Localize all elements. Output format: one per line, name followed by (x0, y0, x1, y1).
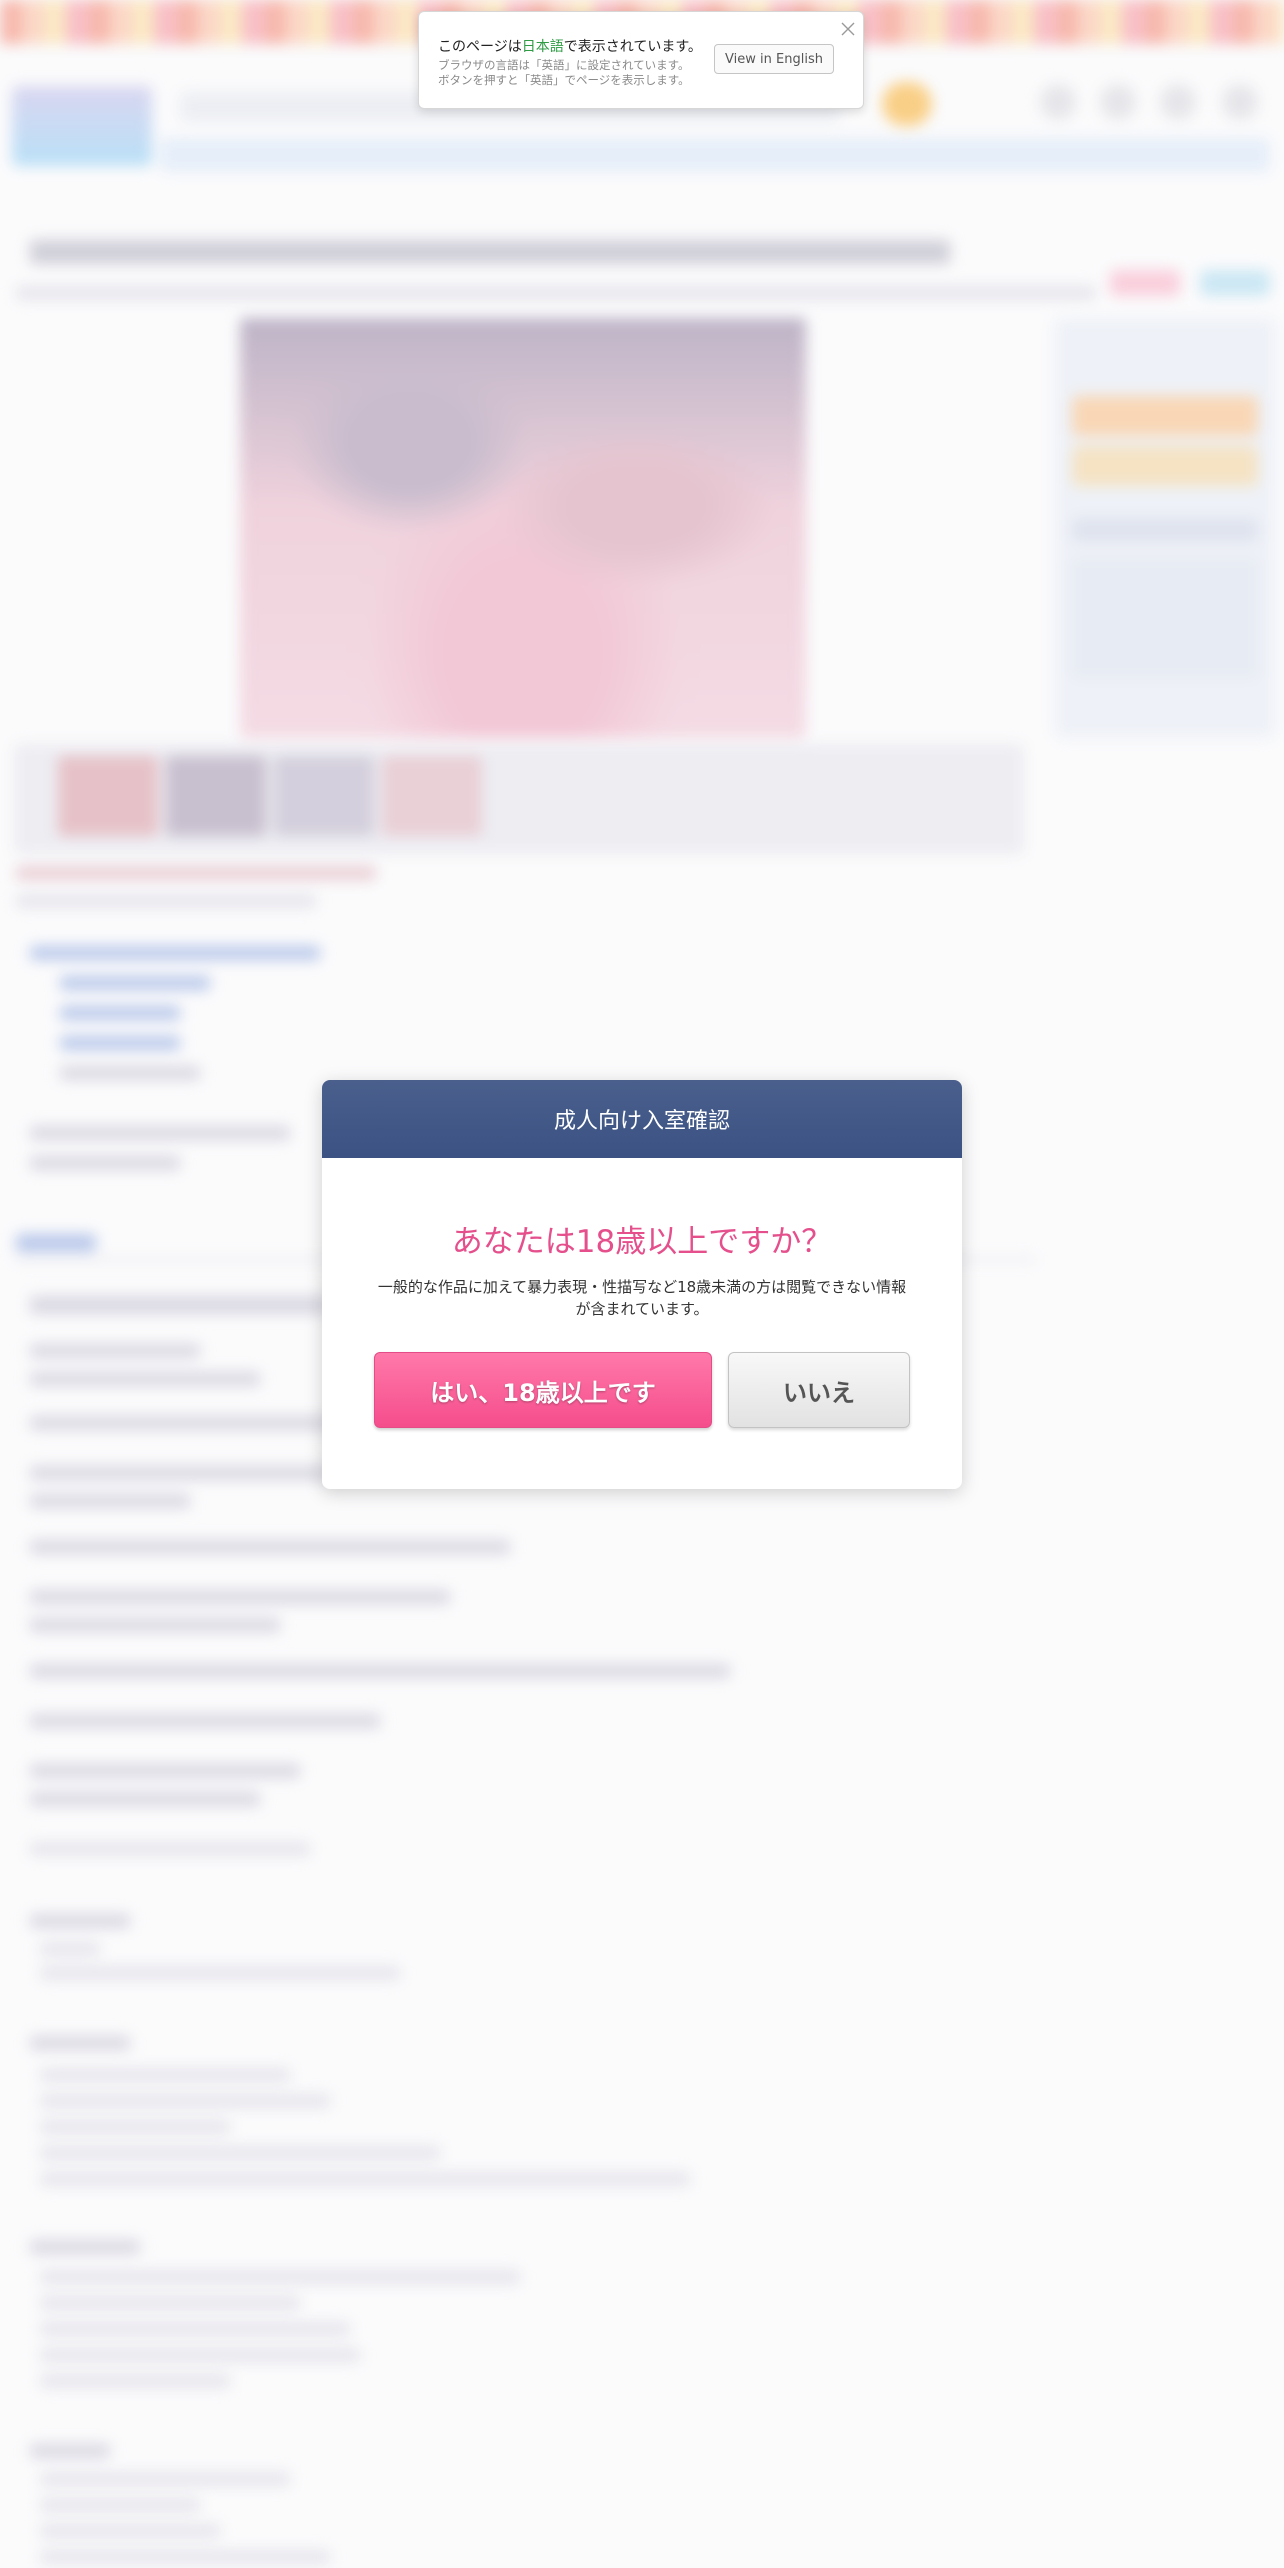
text-line (16, 866, 376, 880)
text-line (40, 2068, 290, 2082)
text-line (30, 1618, 280, 1632)
header-icon (1100, 84, 1136, 120)
text-line (30, 1372, 260, 1386)
tag-pink (1110, 270, 1180, 296)
thumbnail-row (14, 744, 1024, 854)
text-line (40, 2296, 300, 2310)
text-line (60, 1036, 180, 1050)
text-line (40, 2472, 290, 2486)
text-line (30, 1126, 290, 1140)
age-description: 一般的な作品に加えて暴力表現・性描写など18歳未満の方は閲覧できない情報が含まれ… (377, 1278, 907, 1318)
text-line (30, 1540, 510, 1554)
cart-icon (882, 82, 932, 126)
text-line (30, 1714, 380, 1728)
text-line (40, 2172, 690, 2186)
age-question: あなたは18歳以上ですか？ (451, 1224, 833, 1260)
text-line (40, 1966, 400, 1980)
text-line (40, 2524, 220, 2538)
text-line (40, 2374, 230, 2388)
text-line (40, 2120, 230, 2134)
browser-note-line2: ボタンを押すと「英語」でページを表示します。 (438, 73, 690, 87)
text-line (30, 1764, 300, 1778)
nav-bar (160, 138, 1270, 172)
language-message-prefix: このページは (438, 39, 522, 55)
view-in-english-button[interactable]: View in English (714, 44, 834, 74)
decline-button[interactable]: いいえ (728, 1352, 910, 1428)
section-heading (16, 1234, 96, 1252)
text-line (40, 2094, 330, 2108)
header-icon (1160, 84, 1196, 120)
text-line (40, 2348, 360, 2362)
language-message: このページは日本語で表示されています。 (438, 36, 702, 56)
text-line (16, 894, 316, 908)
browser-note-line1: ブラウザの言語は「英語」に設定されています。 (438, 58, 690, 72)
text-line (30, 1344, 200, 1358)
text-line (30, 1914, 130, 1928)
browser-language-note: ブラウザの言語は「英語」に設定されています。 ボタンを押すと「英語」でページを表… (438, 58, 690, 88)
text-line (30, 1466, 330, 1480)
text-line (30, 2240, 140, 2254)
text-line (30, 1156, 180, 1170)
header-icon (1040, 84, 1076, 120)
modal-title: 成人向け入室確認 (322, 1080, 962, 1158)
site-logo (12, 86, 152, 166)
text-line (30, 1416, 340, 1430)
text-line (40, 1942, 100, 1956)
header-icon (1222, 84, 1258, 120)
text-line (30, 1494, 190, 1508)
tag-blue (1200, 270, 1270, 296)
text-line (30, 2444, 110, 2458)
language-banner: このページは日本語で表示されています。 ブラウザの言語は「英語」に設定されていま… (418, 11, 864, 109)
text-line (40, 2550, 330, 2564)
text-line (30, 1792, 260, 1806)
text-line (40, 2322, 350, 2336)
text-line (30, 1296, 330, 1314)
breadcrumb-line (16, 286, 1096, 300)
text-line (60, 1066, 200, 1080)
language-name: 日本語 (521, 39, 564, 55)
text-line (40, 2270, 520, 2284)
text-line (60, 976, 210, 990)
text-line (40, 2146, 440, 2160)
close-icon[interactable] (839, 20, 857, 38)
text-line (30, 1664, 730, 1678)
title-line (30, 240, 950, 264)
text-line (40, 2498, 200, 2512)
text-line (30, 1590, 450, 1604)
confirm-adult-button[interactable]: はい、18歳以上です (374, 1352, 712, 1428)
purchase-sidebar (1054, 318, 1276, 738)
text-line (30, 2036, 130, 2050)
age-confirmation-modal: 成人向け入室確認 あなたは18歳以上ですか？ 一般的な作品に加えて暴力表現・性描… (322, 1080, 962, 1489)
text-line (60, 1006, 180, 1020)
text-line (30, 946, 320, 960)
text-line (30, 1842, 310, 1856)
main-product-image (240, 318, 806, 738)
language-message-suffix: で表示されています。 (563, 39, 702, 55)
